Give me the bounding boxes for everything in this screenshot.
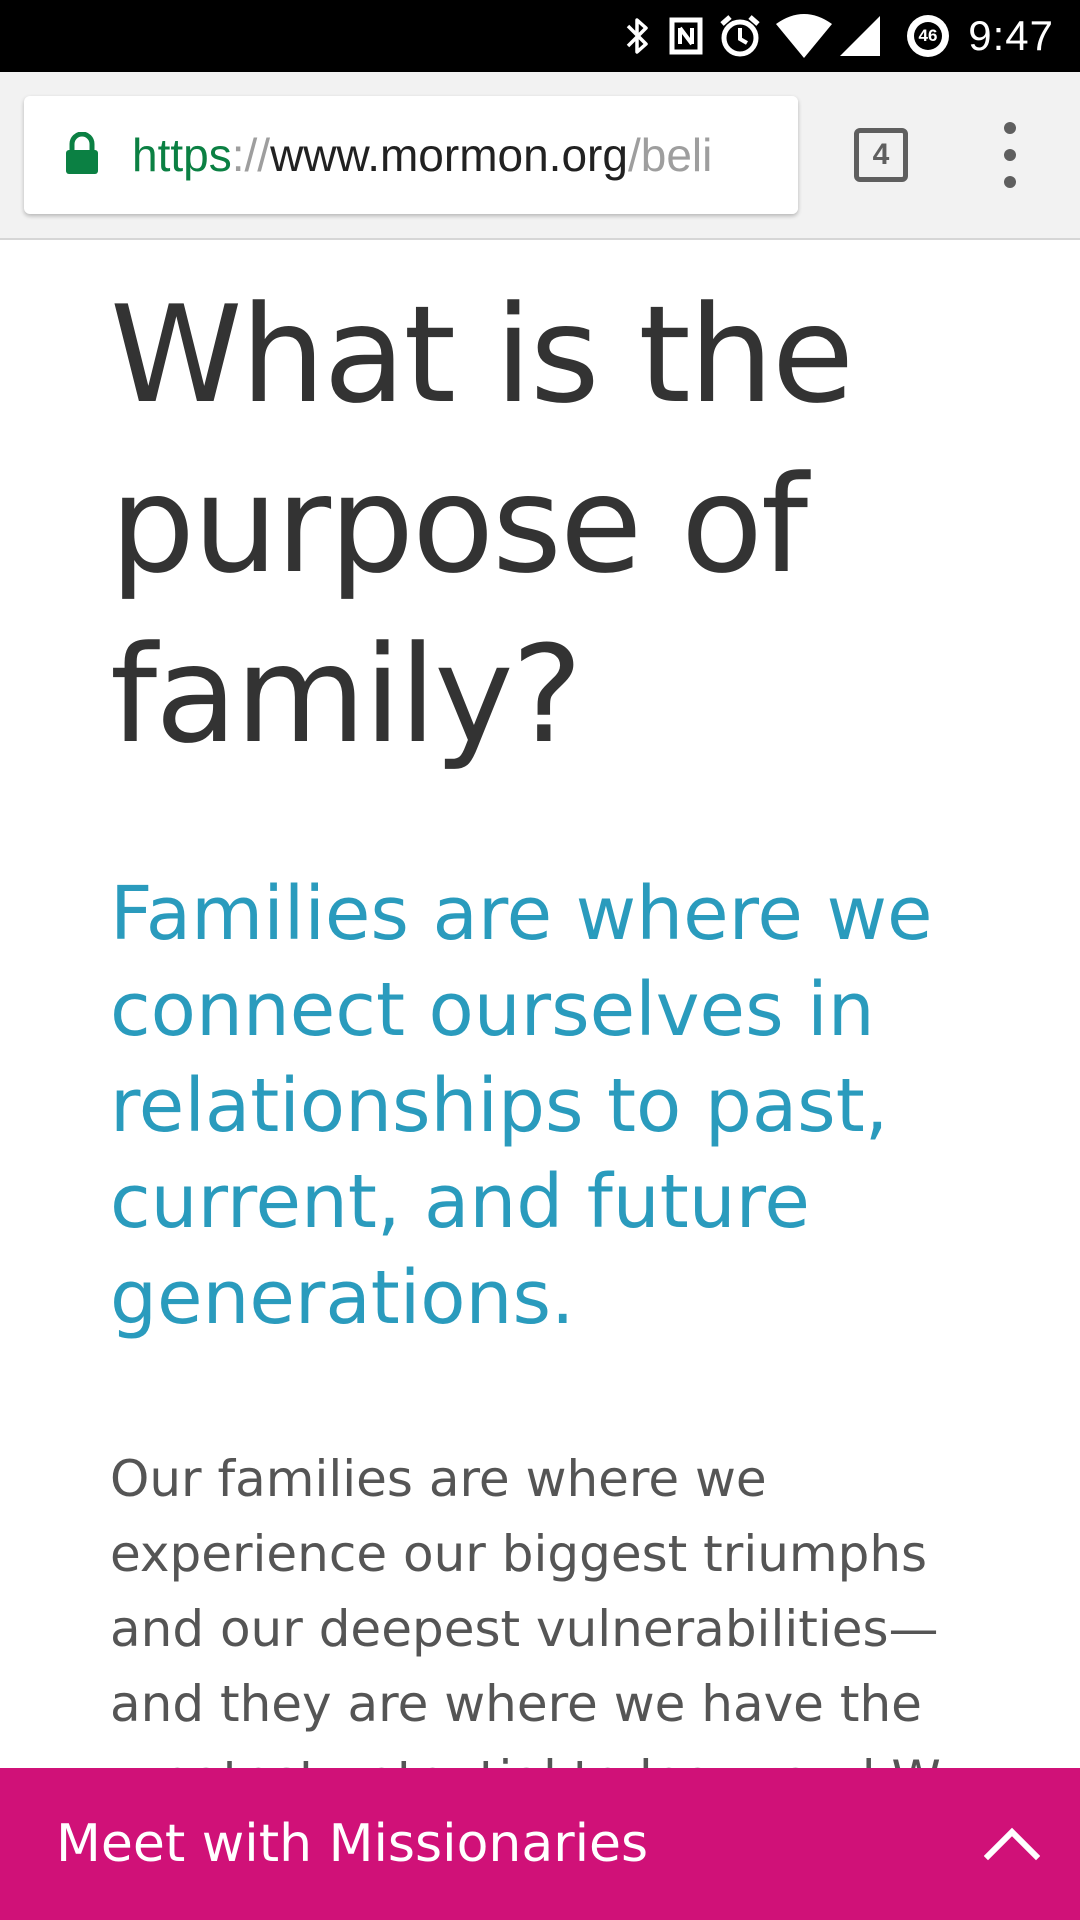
chevron-up-icon[interactable] xyxy=(983,1822,1041,1866)
more-vert-icon xyxy=(1004,122,1016,134)
url-path: /beli xyxy=(627,129,713,181)
data-saver-badge: 46 xyxy=(918,26,938,45)
status-clock: 9:47 xyxy=(968,12,1054,59)
url-separator: :// xyxy=(231,129,271,181)
alarm-icon xyxy=(716,0,764,72)
meet-missionaries-bar[interactable]: Meet with Missionaries xyxy=(0,1768,1080,1920)
url-fade xyxy=(738,96,798,214)
lock-icon xyxy=(64,131,100,180)
overflow-menu-button[interactable] xyxy=(990,122,1030,188)
article-body: Our families are where we experience our… xyxy=(110,1450,941,1808)
article-subtitle: Families are where we connect ourselves … xyxy=(110,871,933,1341)
page-title: What is the purpose of family? xyxy=(110,277,854,773)
url-scheme: https xyxy=(132,129,232,181)
cta-label: Meet with Missionaries xyxy=(56,1814,649,1874)
url-text[interactable]: https://www.mormon.org/beli xyxy=(132,96,792,214)
status-bar: 46 9:47 xyxy=(0,0,1080,72)
cell-signal-icon xyxy=(838,0,882,72)
address-bar[interactable]: https://www.mormon.org/beli xyxy=(24,96,798,214)
url-host: www.mormon.org xyxy=(270,129,628,181)
tab-count: 4 xyxy=(872,138,890,171)
nfc-icon xyxy=(664,0,708,72)
wifi-icon xyxy=(774,0,834,72)
bluetooth-icon xyxy=(622,0,654,72)
browser-toolbar: https://www.mormon.org/beli 4 xyxy=(0,72,1080,240)
tab-switcher-button[interactable]: 4 xyxy=(854,128,908,182)
data-saver-icon: 46 xyxy=(904,0,952,72)
